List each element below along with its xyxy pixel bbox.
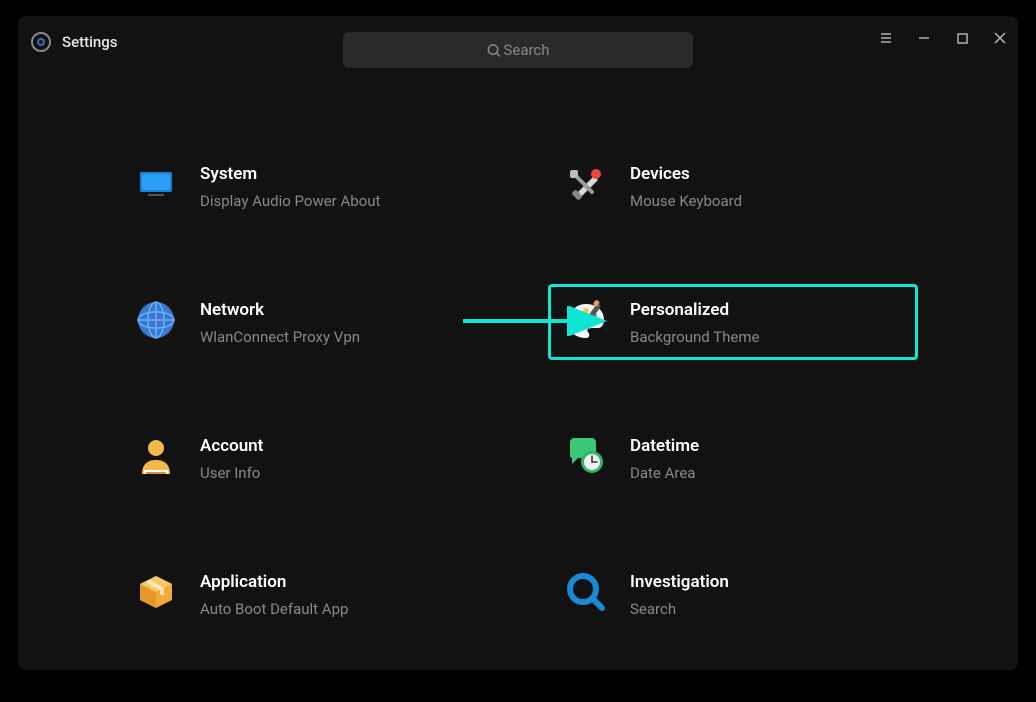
globe-icon xyxy=(134,298,178,342)
palette-icon xyxy=(564,298,608,342)
search-input[interactable] xyxy=(343,32,693,68)
close-button[interactable] xyxy=(992,30,1008,46)
search-field-wrap: Search xyxy=(343,32,693,68)
settings-grid: System Display Audio Power About Devices… xyxy=(18,68,1018,632)
app-title: Settings xyxy=(62,33,118,51)
window-controls xyxy=(878,30,1008,46)
clock-chat-icon xyxy=(564,434,608,478)
tile-subtitle: Date Area xyxy=(630,464,699,482)
tile-investigation[interactable]: Investigation Search xyxy=(548,556,918,632)
tile-title: Devices xyxy=(630,164,742,184)
tile-datetime[interactable]: Datetime Date Area xyxy=(548,420,918,496)
tile-application[interactable]: Application Auto Boot Default App xyxy=(118,556,488,632)
tile-title: Account xyxy=(200,436,263,456)
tile-subtitle: Mouse Keyboard xyxy=(630,192,742,210)
tile-devices[interactable]: Devices Mouse Keyboard xyxy=(548,148,918,224)
tile-title: Personalized xyxy=(630,300,759,320)
tile-subtitle: WlanConnect Proxy Vpn xyxy=(200,328,360,346)
maximize-button[interactable] xyxy=(954,30,970,46)
tile-subtitle: Search xyxy=(630,600,729,618)
tile-subtitle: Display Audio Power About xyxy=(200,192,380,210)
tile-subtitle: Auto Boot Default App xyxy=(200,600,348,618)
monitor-icon xyxy=(134,162,178,206)
menu-button[interactable] xyxy=(878,30,894,46)
tile-subtitle: Background Theme xyxy=(630,328,759,346)
tools-icon xyxy=(564,162,608,206)
search-large-icon xyxy=(564,570,608,614)
box-icon xyxy=(134,570,178,614)
minimize-button[interactable] xyxy=(916,30,932,46)
tile-title: Datetime xyxy=(630,436,699,456)
tile-title: System xyxy=(200,164,380,184)
tile-title: Network xyxy=(200,300,360,320)
titlebar: Settings Search xyxy=(18,16,1018,68)
tile-personalized[interactable]: Personalized Background Theme xyxy=(548,284,918,360)
tile-network[interactable]: Network WlanConnect Proxy Vpn xyxy=(118,284,488,360)
settings-window: Settings Search xyxy=(18,16,1018,670)
tile-subtitle: User Info xyxy=(200,464,263,482)
tile-account[interactable]: Account User Info xyxy=(118,420,488,496)
user-icon xyxy=(134,434,178,478)
settings-app-icon xyxy=(30,31,52,53)
tile-title: Investigation xyxy=(630,572,729,592)
tile-title: Application xyxy=(200,572,348,592)
tile-system[interactable]: System Display Audio Power About xyxy=(118,148,488,224)
